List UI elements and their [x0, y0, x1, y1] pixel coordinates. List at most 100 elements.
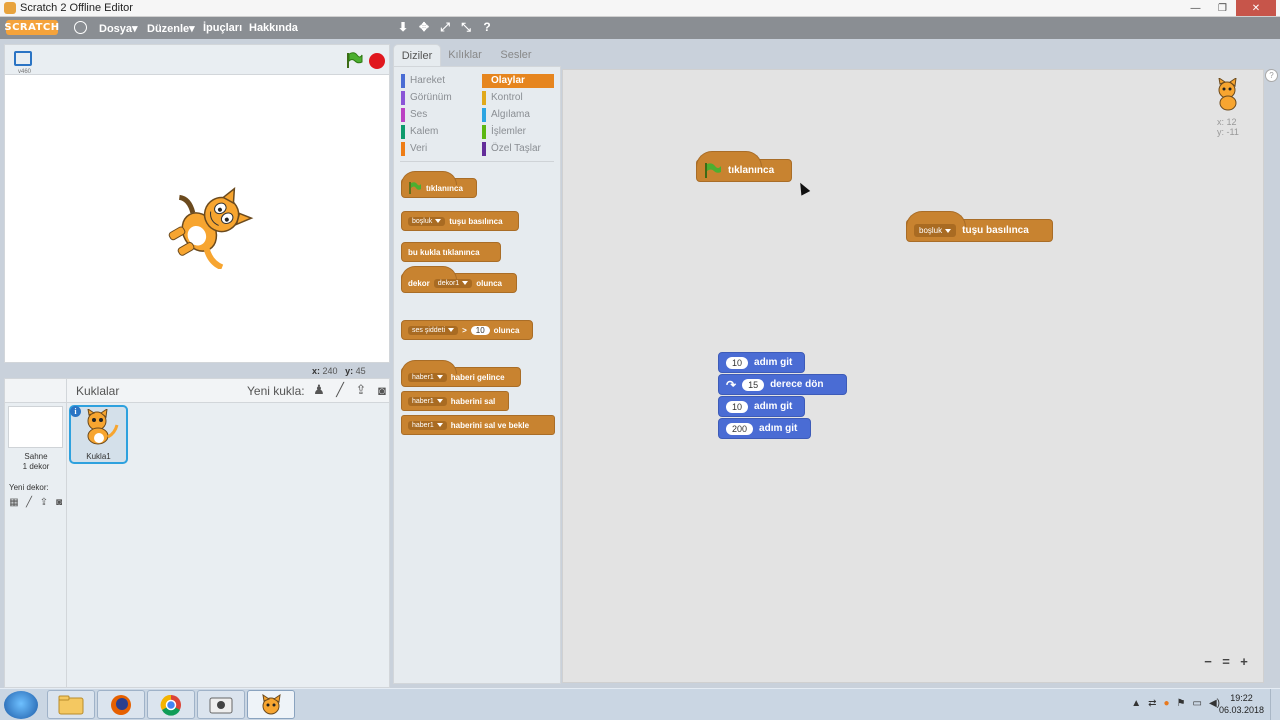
tray-monitor-icon[interactable]: ▭: [1193, 698, 1202, 709]
sensor-dropdown[interactable]: ses şiddeti: [408, 325, 459, 335]
clock[interactable]: 19:22 06.03.2018: [1219, 692, 1264, 716]
backdrop-dropdown[interactable]: dekor1: [433, 278, 473, 288]
sprites-header: Kuklalar Yeni kukla: ♟ ╱ ⇪ ◙: [67, 379, 389, 403]
start-button[interactable]: [4, 691, 38, 719]
script-move-steps[interactable]: 10 adım git: [718, 396, 805, 417]
block-when-sensor-greater[interactable]: ses şiddeti > 10 olunca: [401, 320, 533, 340]
tray-arrow-icon[interactable]: ▲: [1131, 698, 1141, 709]
sprites-title: Kuklalar: [76, 384, 120, 398]
category-events[interactable]: Olaylar: [482, 74, 554, 88]
menu-file[interactable]: Dosya▾: [99, 22, 138, 35]
help-icon[interactable]: ?: [1265, 69, 1278, 82]
sprite-name: Kukla1: [86, 452, 111, 461]
category-sensing[interactable]: Algılama: [482, 108, 554, 122]
message-dropdown[interactable]: haber1: [408, 396, 447, 406]
menu-about[interactable]: Hakkında: [249, 22, 298, 34]
script-turn-degrees[interactable]: ↷ 15 derece dön: [718, 374, 847, 395]
media-icon: [209, 697, 233, 713]
grow-icon[interactable]: ⤢: [438, 20, 452, 34]
category-sound[interactable]: Ses: [401, 108, 473, 122]
blocks-palette: Hareket Görünüm Ses Kalem Veri Olaylar K…: [393, 66, 561, 684]
rotate-right-icon: ↷: [726, 377, 737, 392]
block-when-backdrop-switches[interactable]: dekor dekor1 olunca: [401, 266, 517, 293]
sprite-library-icon[interactable]: ♟: [311, 382, 327, 398]
zoom-out-icon[interactable]: −: [1201, 654, 1215, 669]
language-globe-icon[interactable]: [74, 21, 87, 34]
palette-divider: [400, 161, 554, 162]
delete-cut-icon[interactable]: ✥: [417, 20, 431, 34]
green-flag-icon[interactable]: [345, 52, 363, 69]
message-dropdown[interactable]: haber1: [408, 372, 447, 382]
taskbar-scratch[interactable]: [247, 690, 295, 719]
taskbar-explorer[interactable]: [47, 690, 95, 719]
stage-thumbnail[interactable]: [8, 406, 63, 448]
blocks-palette-wrapper: Diziler Kılıklar Sesler Hareket Görünüm …: [393, 44, 561, 684]
camera-sprite-icon[interactable]: ◙: [374, 382, 390, 398]
degrees-input[interactable]: 15: [742, 378, 765, 391]
maximize-button[interactable]: ❐: [1209, 0, 1236, 16]
sprite-y: y: -11: [1217, 127, 1239, 137]
script-when-key-pressed[interactable]: boşluk tuşu basılınca: [906, 211, 1053, 242]
paint-backdrop-icon[interactable]: ╱: [23, 497, 35, 508]
block-when-receive[interactable]: haber1 haberi gelince: [401, 360, 521, 387]
presentation-mode-icon[interactable]: [14, 51, 32, 66]
sensor-value-input[interactable]: 10: [470, 325, 490, 335]
category-looks[interactable]: Görünüm: [401, 91, 473, 105]
script-when-flag-clicked[interactable]: tıklanınca: [696, 151, 792, 182]
backdrop-library-icon[interactable]: ▦: [8, 497, 20, 508]
script-move-steps[interactable]: 200 adım git: [718, 418, 811, 439]
app-icon: [4, 2, 16, 14]
show-desktop-button[interactable]: [1270, 689, 1280, 720]
key-dropdown[interactable]: boşluk: [914, 224, 957, 237]
tab-scripts[interactable]: Diziler: [393, 44, 441, 66]
category-data[interactable]: Veri: [401, 142, 473, 156]
taskbar-chrome[interactable]: [147, 690, 195, 719]
key-dropdown[interactable]: boşluk: [408, 216, 446, 226]
category-operators[interactable]: İşlemler: [482, 125, 554, 139]
stop-button[interactable]: [369, 53, 385, 69]
system-tray: ▲ ⇄ ● ⚑ ▭ ◀): [1131, 698, 1220, 709]
script-move-steps[interactable]: 10 adım git: [718, 352, 805, 373]
block-broadcast-and-wait[interactable]: haber1 haberini sal ve bekle: [401, 415, 555, 435]
minimize-button[interactable]: —: [1182, 0, 1209, 16]
scratch-logo[interactable]: SCRATCH: [4, 20, 59, 35]
category-pen[interactable]: Kalem: [401, 125, 473, 139]
close-button[interactable]: ✕: [1236, 0, 1276, 16]
steps-input[interactable]: 200: [726, 422, 754, 435]
menu-tips[interactable]: İpuçları: [203, 22, 242, 34]
cat-sprite-image[interactable]: [160, 183, 258, 269]
cat-thumbnail-icon: [87, 409, 119, 445]
tab-sounds[interactable]: Sesler: [492, 44, 540, 66]
zoom-in-icon[interactable]: +: [1237, 654, 1251, 669]
block-broadcast[interactable]: haber1 haberini sal: [401, 391, 509, 411]
tray-avast-icon[interactable]: ●: [1164, 698, 1170, 709]
upload-backdrop-icon[interactable]: ⇪: [38, 497, 50, 508]
zoom-reset-icon[interactable]: =: [1219, 654, 1233, 669]
message-dropdown[interactable]: haber1: [408, 420, 447, 430]
category-more-blocks[interactable]: Özel Taşlar: [482, 142, 554, 156]
menu-edit[interactable]: Düzenle▾: [147, 22, 195, 35]
stage-backdrop-count: 1 dekor: [22, 462, 50, 471]
taskbar-firefox[interactable]: [97, 690, 145, 719]
scripts-area[interactable]: x: 12 y: -11 − = +: [562, 69, 1264, 683]
block-when-sprite-clicked[interactable]: bu kukla tıklanınca: [401, 242, 501, 262]
category-control[interactable]: Kontrol: [482, 91, 554, 105]
help-block-icon[interactable]: ?: [480, 20, 494, 34]
camera-backdrop-icon[interactable]: ◙: [53, 497, 65, 508]
paint-sprite-icon[interactable]: ╱: [332, 382, 348, 398]
upload-sprite-icon[interactable]: ⇪: [353, 382, 369, 398]
duplicate-stamp-icon[interactable]: ⬇: [396, 20, 410, 34]
tray-network-icon[interactable]: ⇄: [1148, 698, 1156, 709]
stage-canvas[interactable]: [4, 74, 390, 363]
tray-flag-icon[interactable]: ⚑: [1177, 698, 1186, 709]
steps-input[interactable]: 10: [726, 356, 749, 369]
sprite-tile-kukla1[interactable]: i Kukla1: [69, 405, 128, 464]
block-when-flag-clicked[interactable]: tıklanınca: [401, 171, 477, 198]
clock-date: 06.03.2018: [1218, 705, 1264, 715]
taskbar-media[interactable]: [197, 690, 245, 719]
tab-costumes[interactable]: Kılıklar: [441, 44, 489, 66]
block-when-key-pressed[interactable]: boşluk tuşu basılınca: [401, 211, 519, 231]
steps-input[interactable]: 10: [726, 400, 749, 413]
category-motion[interactable]: Hareket: [401, 74, 473, 88]
shrink-icon[interactable]: ⤡: [459, 20, 473, 34]
